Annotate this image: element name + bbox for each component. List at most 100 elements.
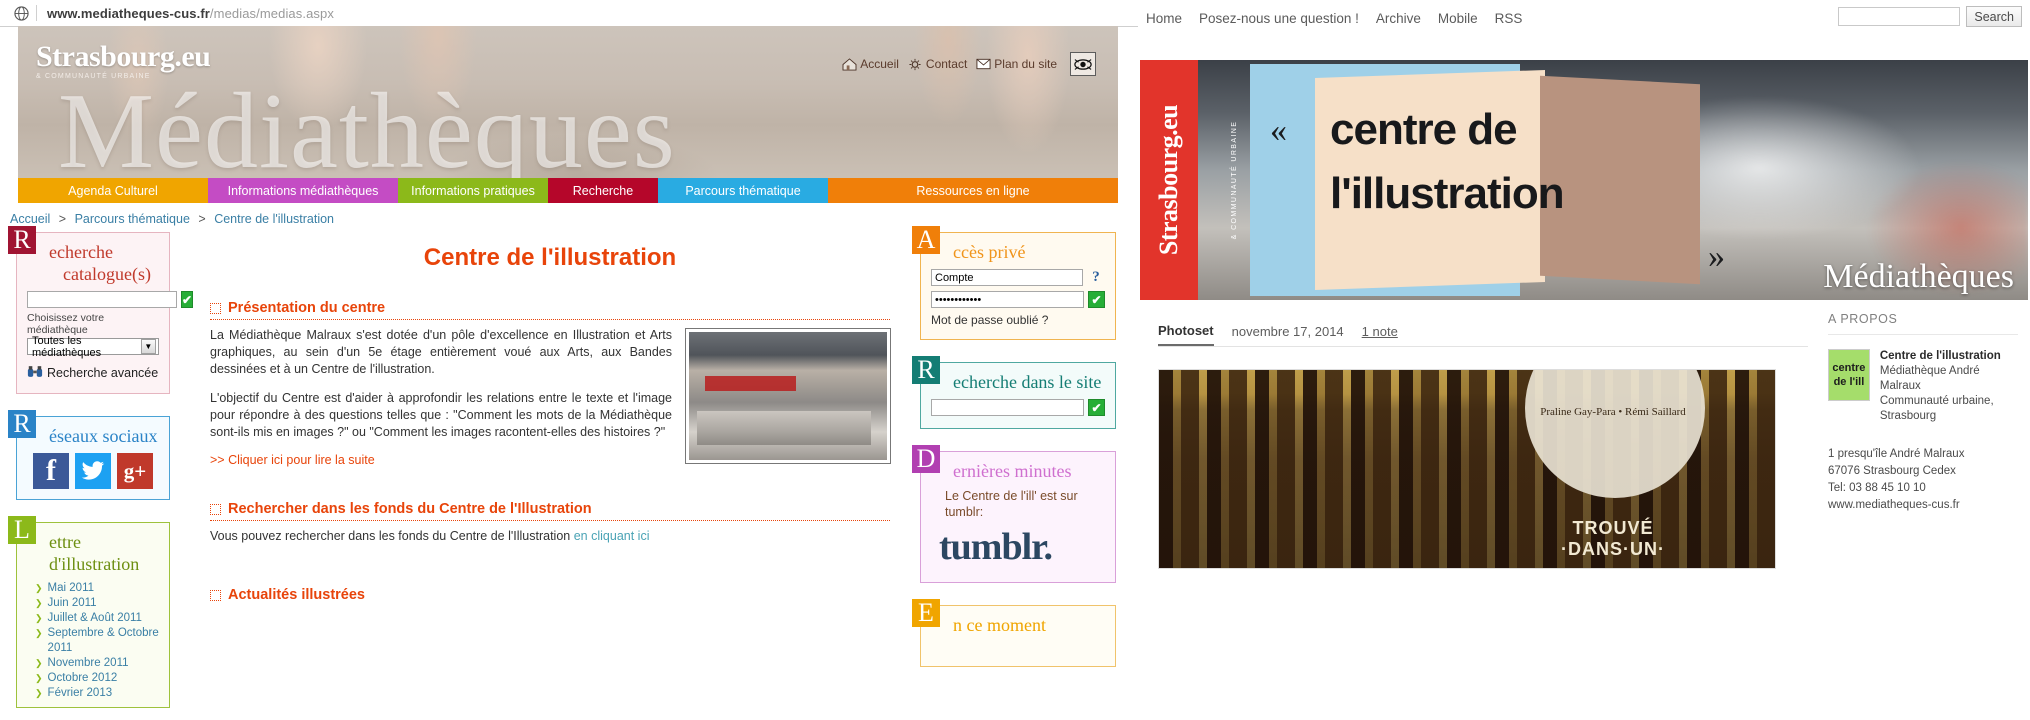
nav-item-recherche[interactable]: Recherche — [548, 178, 658, 203]
breadcrumb-separator-1: > — [58, 212, 67, 226]
address-phone: Tel: 03 88 45 10 10 — [1828, 482, 1926, 494]
help-question-icon[interactable]: ? — [1087, 269, 1105, 286]
breadcrumb-item-current[interactable]: Centre de l'illustration — [214, 212, 334, 226]
nav-item-parcours-thematique[interactable]: Parcours thématique — [658, 178, 828, 203]
list-item[interactable]: ❯ Octobre 2012 — [35, 671, 159, 686]
hero-quote-close: » — [1708, 238, 1725, 275]
list-item[interactable]: ❯ Juin 2011 — [35, 596, 159, 611]
breadcrumb-item-accueil[interactable]: Accueil — [10, 212, 50, 226]
list-item[interactable]: ❯ Février 2013 — [35, 686, 159, 701]
moment-dropcap: E — [912, 599, 940, 627]
header-link-plan[interactable]: Plan du site — [976, 57, 1057, 71]
catalog-title-line2: catalogue(s) — [63, 264, 151, 284]
header-link-contact[interactable]: Contact — [908, 57, 967, 71]
post-notes-link[interactable]: 1 note — [1362, 324, 1398, 346]
main-navigation: Agenda Culturel Informations médiathèque… — [18, 178, 1118, 203]
main-content: Centre de l'illustration Présentation du… — [210, 232, 891, 607]
tumblr-nav-mobile[interactable]: Mobile — [1438, 11, 1478, 26]
tumblr-nav-archive[interactable]: Archive — [1376, 11, 1421, 26]
left-sidebar: R echerche catalogue(s) ✔ Choisissez vot… — [8, 226, 194, 720]
section-actualites: Actualités illustrées — [210, 587, 890, 603]
nav-item-informations-mediatheques[interactable]: Informations médiathèques — [208, 178, 398, 203]
mediatheque-site: Médiathèques Strasbourg.eu & COMMUNAUTÉ … — [0, 26, 1138, 720]
eye-accessibility-icon[interactable] — [1070, 52, 1096, 76]
letter-item-label: Octobre 2012 — [47, 672, 118, 684]
section-actualites-title: Actualités illustrées — [228, 587, 365, 603]
catalog-submit-button[interactable]: ✔ — [181, 291, 194, 308]
hero-sign-text: centre de l'illustration — [1330, 98, 1730, 226]
post-image-title-line2: ·DANS·UN· — [1561, 539, 1665, 559]
letter-item-label: Mai 2011 — [47, 582, 95, 594]
binoculars-icon — [27, 365, 43, 381]
tumblr-nav-rss[interactable]: RSS — [1495, 11, 1523, 26]
account-input[interactable] — [931, 269, 1083, 286]
tumblr-search-button[interactable]: Search — [1966, 6, 2022, 27]
header-link-accueil[interactable]: Accueil — [842, 57, 899, 71]
lastminute-dropcap: D — [912, 445, 940, 473]
tumblr-logo[interactable]: tumblr. — [931, 528, 1105, 566]
en-ce-moment-widget: E n ce moment — [912, 599, 1116, 667]
about-address: 1 presqu'île André Malraux 67076 Strasbo… — [1828, 446, 2018, 514]
login-submit-button[interactable]: ✔ — [1088, 291, 1105, 308]
square-bullet-icon — [210, 589, 221, 601]
about-name: Centre de l'illustration — [1879, 350, 2001, 362]
moment-widget-title: n ce moment — [953, 615, 1046, 635]
nav-item-agenda-culturel[interactable]: Agenda Culturel — [18, 178, 208, 203]
catalog-select-label: Choisissez votre médiathèque — [27, 312, 105, 336]
bullet-icon: ❯ — [35, 598, 43, 608]
list-item[interactable]: ❯ Novembre 2011 — [35, 656, 159, 671]
square-bullet-icon — [210, 302, 221, 314]
browser-url-bar[interactable]: www.mediatheques-cus.fr/medias/medias.as… — [0, 0, 1138, 27]
catalog-search-input[interactable] — [27, 291, 177, 308]
letter-widget: L ettre d'illustration ❯ Mai 2011 ❯ Juin 2… — [8, 516, 170, 708]
lastminute-widget-title: ernières minutes — [953, 461, 1072, 481]
twitter-icon[interactable] — [75, 453, 111, 489]
logo-main: Strasbourg.eu — [36, 40, 211, 73]
about-link[interactable]: Communauté urbaine, Strasbourg — [1880, 395, 1994, 422]
post-date: novembre 17, 2014 — [1231, 324, 1344, 339]
nav-item-ressources-en-ligne[interactable]: Ressources en ligne — [828, 178, 1118, 203]
tumblr-search: Search — [1838, 6, 2022, 27]
address-line2: 67076 Strasbourg Cedex — [1828, 465, 1956, 477]
section-divider — [210, 319, 890, 320]
address-website-link[interactable]: www.mediatheques-cus.fr — [1828, 499, 1960, 511]
list-item[interactable]: ❯ Mai 2011 — [35, 581, 159, 596]
tumblr-pane: Home Posez-nous une question ! Archive M… — [1138, 0, 2030, 720]
nav-item-informations-pratiques[interactable]: Informations pratiques — [398, 178, 548, 203]
about-heading: A PROPOS — [1828, 312, 2018, 335]
sitesearch-dropcap: R — [912, 356, 940, 384]
post-type: Photoset — [1158, 323, 1214, 346]
private-dropcap: A — [912, 226, 940, 254]
post-image[interactable]: Praline Gay-Para • Rémi Saillard TROUVÉ … — [1158, 369, 1776, 569]
url-text: www.mediatheques-cus.fr/medias/medias.as… — [47, 6, 334, 21]
header-link-contact-label: Contact — [925, 57, 968, 71]
section-actualites-heading: Actualités illustrées — [210, 587, 890, 603]
url-path: /medias/medias.aspx — [209, 5, 334, 21]
catalog-mediatheque-select[interactable]: Toutes les médiathèques ▼ — [27, 335, 159, 359]
url-divider — [36, 5, 37, 21]
site-search-button[interactable]: ✔ — [1088, 399, 1105, 416]
list-item[interactable]: ❯ Septembre & Octobre 2011 — [35, 626, 159, 656]
breadcrumb: Accueil > Parcours thématique > Centre d… — [10, 212, 334, 226]
header-links: Accueil Contact Plan du site — [842, 52, 1096, 76]
private-widget-title: ccès privé — [953, 242, 1026, 262]
password-input[interactable] — [931, 291, 1084, 308]
advanced-search-link[interactable]: Recherche avancée — [27, 365, 159, 381]
post-image-caption: Praline Gay-Para • Rémi Saillard — [1540, 406, 1686, 418]
forgot-password-link[interactable]: Mot de passe oublié ? — [931, 313, 1105, 327]
rechercher-text-label: Vous pouvez rechercher dans les fonds du… — [210, 529, 571, 543]
rechercher-link[interactable]: en cliquant ici — [574, 529, 650, 543]
post-image-title-line1: TROUVÉ — [1572, 518, 1654, 538]
tumblr-search-input[interactable] — [1838, 7, 1961, 26]
banner-watermark: Médiathèques — [58, 72, 676, 191]
bullet-icon: ❯ — [35, 658, 43, 668]
facebook-icon[interactable]: f — [33, 453, 69, 489]
site-search-input[interactable] — [931, 399, 1084, 416]
tumblr-nav-question[interactable]: Posez-nous une question ! — [1199, 11, 1359, 26]
list-item[interactable]: ❯ Juillet & Août 2011 — [35, 611, 159, 626]
google-plus-icon[interactable]: g+ — [117, 453, 153, 489]
header-link-accueil-label: Accueil — [860, 57, 899, 71]
site-logo[interactable]: Strasbourg.eu & COMMUNAUTÉ URBAINE — [36, 40, 211, 81]
tumblr-nav-home[interactable]: Home — [1146, 11, 1182, 26]
breadcrumb-item-parcours[interactable]: Parcours thématique — [75, 212, 190, 226]
